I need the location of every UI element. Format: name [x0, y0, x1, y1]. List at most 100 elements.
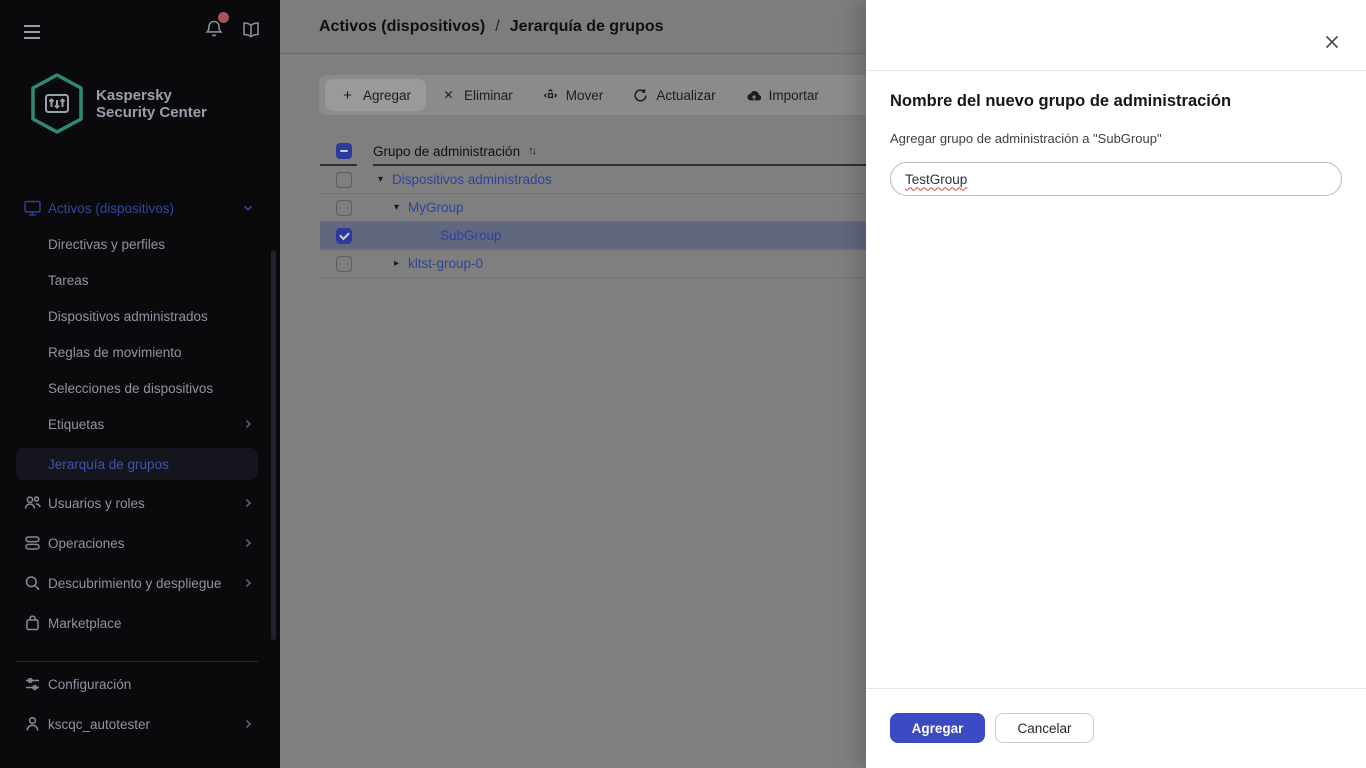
group-link[interactable]: SubGroup — [440, 228, 502, 243]
cloud-upload-icon — [746, 88, 761, 103]
user-icon — [23, 715, 42, 734]
sidebar-item-label: kscqc_autotester — [48, 716, 151, 732]
row-checkbox-checked[interactable] — [336, 227, 352, 244]
select-all-checkbox[interactable] — [336, 143, 352, 159]
sidebar-item-label: Dispositivos administrados — [48, 308, 208, 324]
sidebar-item-dispositivos-administrados[interactable]: Dispositivos administrados — [0, 298, 280, 334]
sidebar-item-label: Configuración — [48, 676, 132, 692]
drawer-actions: Agregar Cancelar — [890, 713, 1094, 743]
sidebar-item-label: Marketplace — [48, 615, 122, 631]
chevron-right-icon — [242, 577, 254, 589]
sidebar-item-directivas-y-perfiles[interactable]: Directivas y perfiles — [0, 226, 280, 262]
sidebar-item-jerarquia-de-grupos[interactable]: Jerarquía de grupos — [16, 448, 258, 480]
move-button[interactable]: Mover — [528, 79, 619, 111]
toolbar: + Agregar ✕ Eliminar Mover Actualizar Im… — [319, 75, 866, 115]
main-content: Activos (dispositivos) / Jerarquía de gr… — [280, 0, 866, 768]
kaspersky-logo: Kaspersky Security Center — [28, 72, 207, 135]
table-row[interactable]: ▾ Dispositivos administrados — [320, 166, 866, 194]
table-row-selected[interactable]: SubGroup — [320, 222, 866, 250]
expand-arrow-icon[interactable]: ▾ — [394, 202, 408, 213]
page-header: Activos (dispositivos) / Jerarquía de gr… — [280, 0, 866, 54]
sidebar-item-reglas-de-movimiento[interactable]: Reglas de movimiento — [0, 334, 280, 370]
book-icon[interactable] — [240, 18, 262, 40]
app-window: Kaspersky Security Center Activos (dispo… — [0, 0, 1366, 768]
collapse-arrow-icon[interactable]: ▸ — [394, 258, 408, 269]
sliders-icon — [23, 675, 42, 694]
column-header-grupo-de-administracion[interactable]: Grupo de administración ↑↓ — [373, 138, 866, 166]
bell-icon[interactable] — [203, 12, 229, 40]
header-checkbox-cell — [320, 138, 357, 166]
cancel-button[interactable]: Cancelar — [995, 713, 1094, 743]
plus-icon: + — [343, 86, 352, 104]
import-button-label: Importar — [768, 87, 819, 103]
layers-icon — [23, 534, 42, 553]
move-button-label: Mover — [565, 87, 604, 103]
groups-table: Grupo de administración ↑↓ ▾ Dispositivo… — [320, 138, 866, 278]
sidebar-item-label: Directivas y perfiles — [48, 236, 166, 252]
row-checkbox[interactable] — [336, 255, 352, 272]
sidebar-item-label: Operaciones — [48, 535, 125, 551]
confirm-add-button[interactable]: Agregar — [890, 713, 985, 743]
group-name-field-label: Agregar grupo de administración a "SubGr… — [890, 131, 1162, 146]
column-header-label: Grupo de administración — [373, 143, 521, 159]
group-link[interactable]: kltst-group-0 — [408, 256, 483, 271]
group-link[interactable]: MyGroup — [408, 200, 464, 215]
refresh-icon — [633, 88, 648, 103]
breadcrumb-item-current: Jerarquía de grupos — [509, 17, 664, 35]
chevron-right-icon — [242, 718, 254, 730]
breadcrumb-item[interactable]: Activos (dispositivos) — [319, 18, 485, 36]
sidebar-nav: Activos (dispositivos) Directivas y perf… — [0, 190, 280, 744]
add-button[interactable]: + Agregar — [325, 79, 427, 111]
x-icon: ✕ — [443, 87, 454, 102]
chevron-down-icon — [242, 202, 254, 214]
menu-icon[interactable] — [20, 20, 44, 44]
move-icon — [543, 88, 558, 103]
breadcrumb: Activos (dispositivos) / Jerarquía de gr… — [319, 18, 664, 36]
sidebar-scrollbar[interactable] — [271, 250, 276, 640]
sidebar-divider — [16, 661, 258, 662]
sidebar-item-label: Jerarquía de grupos — [48, 456, 169, 472]
group-link[interactable]: Dispositivos administrados — [392, 172, 552, 187]
sidebar-item-activos-dispositivos[interactable]: Activos (dispositivos) — [0, 190, 280, 226]
sidebar-item-selecciones-de-dispositivos[interactable]: Selecciones de dispositivos — [0, 370, 280, 406]
add-button-label: Agregar — [363, 87, 412, 103]
sidebar: Kaspersky Security Center Activos (dispo… — [0, 0, 280, 768]
import-button[interactable]: Importar — [731, 79, 834, 111]
sidebar-item-label: Tareas — [48, 272, 89, 288]
sidebar-item-descubrimiento-y-despliegue[interactable]: Descubrimiento y despliegue — [0, 563, 280, 603]
chevron-right-icon — [242, 537, 254, 549]
group-name-input-value: TestGroup — [905, 171, 968, 187]
sidebar-item-label: Etiquetas — [48, 416, 105, 432]
chevron-right-icon — [242, 497, 254, 509]
row-checkbox[interactable] — [336, 199, 352, 216]
delete-button-label: Eliminar — [464, 87, 513, 103]
users-icon — [23, 494, 42, 513]
table-row[interactable]: ▾ MyGroup — [320, 194, 866, 222]
drawer-footer-divider — [866, 688, 1366, 689]
delete-button[interactable]: ✕ Eliminar — [426, 79, 528, 111]
sidebar-item-marketplace[interactable]: Marketplace — [0, 603, 280, 643]
drawer-title: Nombre del nuevo grupo de administración — [890, 92, 1232, 110]
expand-arrow-icon[interactable]: ▾ — [378, 174, 392, 185]
logo-hexagon-icon — [31, 73, 83, 134]
refresh-button[interactable]: Actualizar — [618, 79, 730, 111]
close-icon[interactable] — [1322, 32, 1342, 52]
monitor-icon — [23, 199, 42, 218]
sidebar-item-tareas[interactable]: Tareas — [0, 262, 280, 298]
sidebar-item-label: Selecciones de dispositivos — [48, 380, 214, 396]
logo-line1: Kaspersky — [96, 86, 172, 104]
drawer-header-divider — [866, 70, 1366, 71]
sidebar-item-etiquetas[interactable]: Etiquetas — [0, 406, 280, 442]
add-group-drawer: Nombre del nuevo grupo de administración… — [866, 0, 1366, 768]
sidebar-item-label: Activos (dispositivos) — [48, 200, 175, 216]
sidebar-item-label: Reglas de movimiento — [48, 344, 182, 360]
table-row[interactable]: ▸ kltst-group-0 — [320, 250, 866, 278]
sidebar-item-usuarios-y-roles[interactable]: Usuarios y roles — [0, 483, 280, 523]
sidebar-item-operaciones[interactable]: Operaciones — [0, 523, 280, 563]
group-name-input[interactable]: TestGroup — [890, 162, 1342, 196]
sidebar-item-configuracion[interactable]: Configuración — [0, 664, 280, 704]
sidebar-item-label: Usuarios y roles — [48, 495, 145, 511]
row-checkbox[interactable] — [336, 171, 352, 188]
sort-icon[interactable]: ↑↓ — [528, 145, 537, 157]
sidebar-item-account-kscqc-autotester[interactable]: kscqc_autotester — [0, 704, 280, 744]
